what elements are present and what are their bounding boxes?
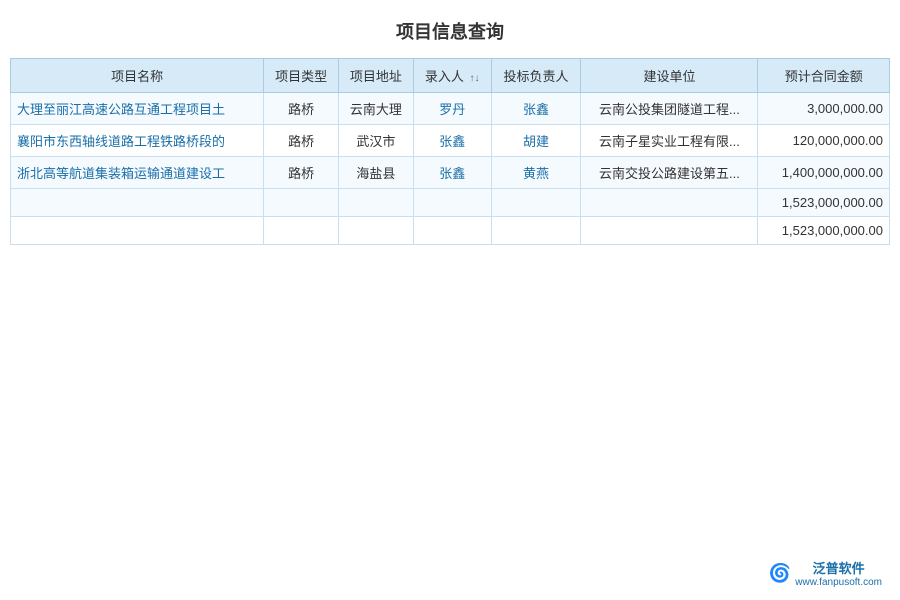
total-empty-cell	[413, 217, 491, 245]
table-row: 襄阳市东西轴线道路工程铁路桥段的路桥武汉市张鑫胡建云南子星实业工程有限...12…	[11, 125, 890, 157]
col-header-recorder: 录入人 ↑↓	[413, 59, 491, 93]
total-empty-cell	[491, 217, 581, 245]
summary-empty-cell	[11, 189, 264, 217]
cell-bid-manager[interactable]: 黄燕	[491, 157, 581, 189]
cell-project-location: 云南大理	[339, 93, 414, 125]
cell-project-location: 武汉市	[339, 125, 414, 157]
table-wrapper: 项目名称 项目类型 项目地址 录入人 ↑↓ 投标负责人 建设单位 预计合同金额 …	[0, 58, 900, 245]
cell-construction-unit: 云南子星实业工程有限...	[581, 125, 758, 157]
cell-estimated-amount: 120,000,000.00	[758, 125, 890, 157]
col-header-estimated-amount: 预计合同金额	[758, 59, 890, 93]
summary-empty-cell	[491, 189, 581, 217]
col-header-project-location: 项目地址	[339, 59, 414, 93]
table-row: 大理至丽江高速公路互通工程项目土路桥云南大理罗丹张鑫云南公投集团隧道工程...3…	[11, 93, 890, 125]
cell-project-location: 海盐县	[339, 157, 414, 189]
col-header-project-name: 项目名称	[11, 59, 264, 93]
cell-recorder[interactable]: 罗丹	[413, 93, 491, 125]
cell-recorder[interactable]: 张鑫	[413, 125, 491, 157]
cell-project-type: 路桥	[264, 157, 339, 189]
total-amount: 1,523,000,000.00	[758, 217, 890, 245]
cell-recorder[interactable]: 张鑫	[413, 157, 491, 189]
summary-empty-cell	[413, 189, 491, 217]
cell-estimated-amount: 1,400,000,000.00	[758, 157, 890, 189]
total-empty-cell	[581, 217, 758, 245]
col-header-bid-manager: 投标负责人	[491, 59, 581, 93]
table-header-row: 项目名称 项目类型 项目地址 录入人 ↑↓ 投标负责人 建设单位 预计合同金额	[11, 59, 890, 93]
total-empty-cell	[339, 217, 414, 245]
logo-website: www.fanpusoft.com	[795, 577, 882, 588]
total-row: 1,523,000,000.00	[11, 217, 890, 245]
cell-project-type: 路桥	[264, 93, 339, 125]
logo-name: 泛普软件	[813, 561, 865, 576]
logo-container: 泛普软件 www.fanpusoft.com	[795, 558, 882, 588]
total-empty-cell	[264, 217, 339, 245]
cell-bid-manager[interactable]: 胡建	[491, 125, 581, 157]
summary-row: 1,523,000,000.00	[11, 189, 890, 217]
summary-empty-cell	[339, 189, 414, 217]
col-header-construction-unit: 建设单位	[581, 59, 758, 93]
main-table: 项目名称 项目类型 项目地址 录入人 ↑↓ 投标负责人 建设单位 预计合同金额 …	[10, 58, 890, 245]
cell-estimated-amount: 3,000,000.00	[758, 93, 890, 125]
logo-icon: 🌀	[769, 563, 791, 584]
cell-construction-unit: 云南公投集团隧道工程...	[581, 93, 758, 125]
summary-amount: 1,523,000,000.00	[758, 189, 890, 217]
summary-empty-cell	[264, 189, 339, 217]
cell-bid-manager[interactable]: 张鑫	[491, 93, 581, 125]
cell-project-name[interactable]: 大理至丽江高速公路互通工程项目土	[11, 93, 264, 125]
cell-project-type: 路桥	[264, 125, 339, 157]
sort-icon: ↑↓	[470, 73, 480, 84]
page-title: 项目信息查询	[0, 0, 900, 58]
logo-area: 🌀 泛普软件 www.fanpusoft.com	[769, 558, 882, 588]
cell-construction-unit: 云南交投公路建设第五...	[581, 157, 758, 189]
col-header-project-type: 项目类型	[264, 59, 339, 93]
summary-empty-cell	[581, 189, 758, 217]
total-empty-cell	[11, 217, 264, 245]
cell-project-name[interactable]: 襄阳市东西轴线道路工程铁路桥段的	[11, 125, 264, 157]
cell-project-name[interactable]: 浙北高等航道集装箱运输通道建设工	[11, 157, 264, 189]
table-row: 浙北高等航道集装箱运输通道建设工路桥海盐县张鑫黄燕云南交投公路建设第五...1,…	[11, 157, 890, 189]
